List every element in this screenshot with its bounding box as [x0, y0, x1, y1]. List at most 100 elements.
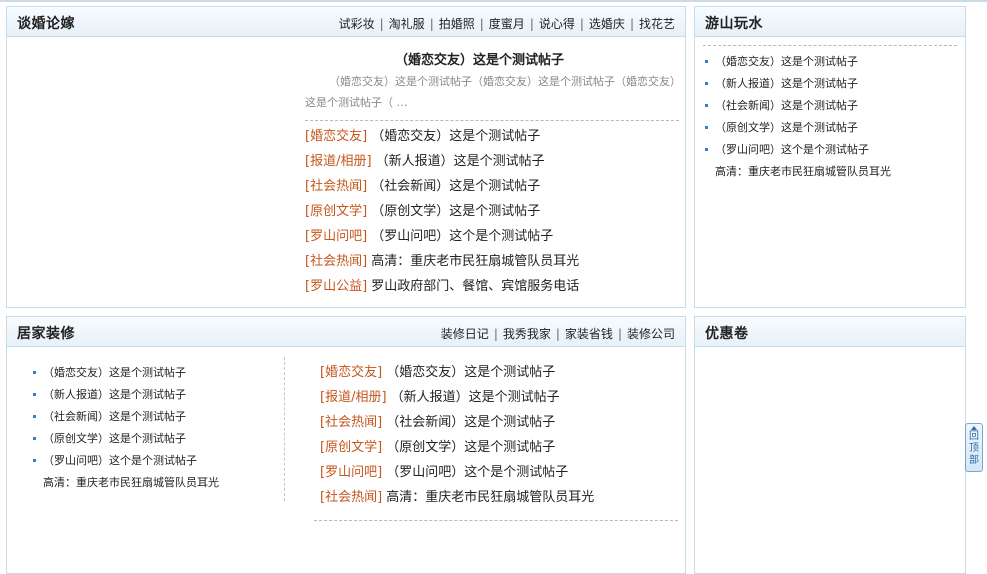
- home-column-divider: [284, 357, 285, 501]
- post-title[interactable]: （原创文学）这是个测试帖子: [43, 432, 186, 445]
- wedding-post-list: [婚恋交友] （婚恋交友）这是个测试帖子 [报道/相册] （新人报道）这是个测试…: [305, 124, 579, 299]
- post-category[interactable]: [原创文学]: [305, 204, 367, 219]
- home-right-post-list: [婚恋交友] （婚恋交友）这是个测试帖子 [报道/相册] （新人报道）这是个测试…: [320, 360, 594, 510]
- post-title[interactable]: （罗山问吧）这个是个测试帖子: [43, 454, 197, 467]
- list-item[interactable]: （社会新闻）这是个测试帖子: [705, 95, 891, 117]
- list-item[interactable]: （新人报道）这是个测试帖子: [705, 73, 891, 95]
- list-item[interactable]: （社会新闻）这是个测试帖子: [33, 406, 219, 428]
- home-panel-links: 装修日记 | 我秀我家 | 家装省钱 | 装修公司: [441, 325, 675, 342]
- home-panel: 居家装修 装修日记 | 我秀我家 | 家装省钱 | 装修公司 （婚恋交友）这是个…: [6, 316, 686, 574]
- post-category[interactable]: [婚恋交友]: [305, 129, 367, 144]
- post-title[interactable]: （新人报道）这是个测试帖子: [376, 154, 545, 169]
- wedding-link-4[interactable]: 说心得: [539, 15, 575, 32]
- wedding-link-1[interactable]: 淘礼服: [389, 15, 425, 32]
- list-item[interactable]: （新人报道）这是个测试帖子: [33, 384, 219, 406]
- home-left-post-list: （婚恋交友）这是个测试帖子 （新人报道）这是个测试帖子 （社会新闻）这是个测试帖…: [33, 362, 219, 494]
- post-title[interactable]: （新人报道）这是个测试帖子: [43, 388, 186, 401]
- post-category[interactable]: [报道/相册]: [320, 390, 387, 405]
- post-title[interactable]: （社会新闻）这是个测试帖子: [715, 99, 858, 112]
- list-item: [社会热闻] 高清：重庆老市民狂扇城管队员耳光: [320, 485, 594, 510]
- list-item: [婚恋交友] （婚恋交友）这是个测试帖子: [305, 124, 579, 149]
- back-to-top-button[interactable]: 回顶部: [965, 423, 983, 472]
- post-title[interactable]: 高清：重庆老市民狂扇城管队员耳光: [43, 476, 219, 489]
- link-separator: |: [529, 16, 534, 31]
- link-separator: |: [379, 16, 384, 31]
- post-category[interactable]: [罗山公益]: [305, 279, 367, 294]
- post-title[interactable]: 罗山政府部门、餐馆、宾馆服务电话: [371, 279, 579, 294]
- list-item[interactable]: （婚恋交友）这是个测试帖子: [33, 362, 219, 384]
- link-separator: |: [493, 326, 498, 341]
- wedding-link-6[interactable]: 找花艺: [639, 15, 675, 32]
- list-item[interactable]: （原创文学）这是个测试帖子: [33, 428, 219, 450]
- post-category[interactable]: [社会热闻]: [305, 254, 367, 269]
- wedding-panel-header: 谈婚论嫁 试彩妆 | 淘礼服 | 拍婚照 | 度蜜月 | 说心得 | 选婚庆 |…: [7, 7, 685, 37]
- coupon-panel-header: 优惠卷: [695, 317, 965, 347]
- list-item[interactable]: 高清：重庆老市民狂扇城管队员耳光: [33, 472, 219, 494]
- post-title[interactable]: （婚恋交友）这是个测试帖子: [386, 365, 555, 380]
- wedding-link-5[interactable]: 选婚庆: [589, 15, 625, 32]
- home-right-divider: [314, 520, 678, 521]
- wedding-panel: 谈婚论嫁 试彩妆 | 淘礼服 | 拍婚照 | 度蜜月 | 说心得 | 选婚庆 |…: [6, 6, 686, 308]
- post-title[interactable]: （新人报道）这是个测试帖子: [391, 390, 560, 405]
- post-title[interactable]: 高清：重庆老市民狂扇城管队员耳光: [386, 490, 594, 505]
- list-item: [罗山问吧] （罗山问吧）这个是个测试帖子: [305, 224, 579, 249]
- post-category[interactable]: [社会热闻]: [320, 415, 382, 430]
- featured-post-summary: （婚恋交友）这是个测试帖子（婚恋交友）这是个测试帖子（婚恋交友）这是个测试帖子（…: [305, 75, 676, 109]
- list-item: [社会热闻] （社会新闻）这是个测试帖子: [305, 174, 579, 199]
- post-title[interactable]: （婚恋交友）这是个测试帖子: [43, 366, 186, 379]
- post-category[interactable]: [原创文学]: [320, 440, 382, 455]
- post-title[interactable]: （原创文学）这是个测试帖子: [371, 204, 540, 219]
- post-title[interactable]: （罗山问吧）这个是个测试帖子: [371, 229, 553, 244]
- post-title[interactable]: （社会新闻）这是个测试帖子: [371, 179, 540, 194]
- top-divider: [0, 0, 987, 2]
- list-item: [罗山问吧] （罗山问吧）这个是个测试帖子: [320, 460, 594, 485]
- wedding-link-2[interactable]: 拍婚照: [439, 15, 475, 32]
- wedding-link-3[interactable]: 度蜜月: [489, 15, 525, 32]
- post-title[interactable]: 高清：重庆老市民狂扇城管队员耳光: [371, 254, 579, 269]
- home-link-3[interactable]: 装修公司: [627, 325, 675, 342]
- post-title[interactable]: （婚恋交友）这是个测试帖子: [715, 55, 858, 68]
- wedding-link-0[interactable]: 试彩妆: [339, 15, 375, 32]
- post-category[interactable]: [社会热闻]: [320, 490, 382, 505]
- bullet-icon: [705, 147, 708, 151]
- post-category[interactable]: [罗山问吧]: [305, 229, 367, 244]
- post-title[interactable]: 高清：重庆老市民狂扇城管队员耳光: [715, 165, 891, 178]
- post-title[interactable]: （原创文学）这是个测试帖子: [386, 440, 555, 455]
- link-separator: |: [429, 16, 434, 31]
- list-item[interactable]: （婚恋交友）这是个测试帖子: [705, 51, 891, 73]
- travel-panel-title: 游山玩水: [705, 16, 763, 32]
- list-item[interactable]: （罗山问吧）这个是个测试帖子: [705, 139, 891, 161]
- wedding-panel-links: 试彩妆 | 淘礼服 | 拍婚照 | 度蜜月 | 说心得 | 选婚庆 | 找花艺: [339, 15, 675, 32]
- bullet-icon: [33, 414, 36, 418]
- link-separator: |: [579, 16, 584, 31]
- back-to-top-label: 回顶部: [969, 431, 979, 466]
- post-title[interactable]: （社会新闻）这是个测试帖子: [386, 415, 555, 430]
- home-link-2[interactable]: 家装省钱: [565, 325, 613, 342]
- home-link-0[interactable]: 装修日记: [441, 325, 489, 342]
- travel-divider: [703, 45, 957, 46]
- bullet-icon: [705, 103, 708, 107]
- post-category[interactable]: [社会热闻]: [305, 179, 367, 194]
- list-item: [报道/相册] （新人报道）这是个测试帖子: [305, 149, 579, 174]
- post-title[interactable]: （新人报道）这是个测试帖子: [715, 77, 858, 90]
- post-title[interactable]: （罗山问吧）这个是个测试帖子: [386, 465, 568, 480]
- post-title[interactable]: （婚恋交友）这是个测试帖子: [371, 129, 540, 144]
- post-title[interactable]: （原创文学）这是个测试帖子: [715, 121, 858, 134]
- travel-panel: 游山玩水 （婚恋交友）这是个测试帖子 （新人报道）这是个测试帖子 （社会新闻）这…: [694, 6, 966, 308]
- list-item[interactable]: （原创文学）这是个测试帖子: [705, 117, 891, 139]
- post-category[interactable]: [罗山问吧]: [320, 465, 382, 480]
- list-item[interactable]: （罗山问吧）这个是个测试帖子: [33, 450, 219, 472]
- link-separator: |: [617, 326, 622, 341]
- bullet-icon: [705, 81, 708, 85]
- post-category[interactable]: [婚恋交友]: [320, 365, 382, 380]
- post-category[interactable]: [报道/相册]: [305, 154, 372, 169]
- list-item[interactable]: 高清：重庆老市民狂扇城管队员耳光: [705, 161, 891, 183]
- list-item: [原创文学] （原创文学）这是个测试帖子: [320, 435, 594, 460]
- post-title[interactable]: （社会新闻）这是个测试帖子: [43, 410, 186, 423]
- post-title[interactable]: （罗山问吧）这个是个测试帖子: [715, 143, 869, 156]
- featured-divider: [305, 120, 679, 121]
- home-link-1[interactable]: 我秀我家: [503, 325, 551, 342]
- link-separator: |: [629, 16, 634, 31]
- featured-post-title[interactable]: （婚恋交友）这是个测试帖子: [395, 49, 564, 68]
- bullet-icon: [705, 125, 708, 129]
